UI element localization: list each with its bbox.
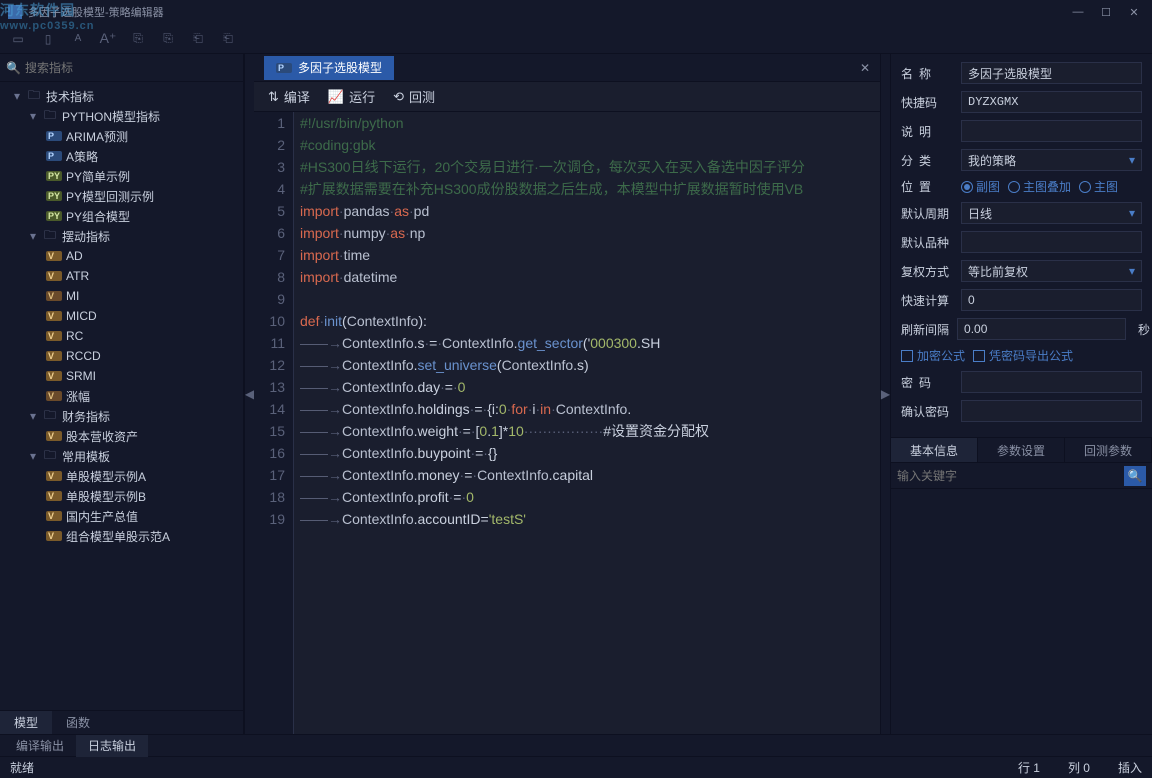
tree-item[interactable]: VMI: [0, 286, 243, 306]
category-label: 分类: [901, 152, 953, 169]
toolbar-icon-8[interactable]: ⎗: [220, 31, 236, 47]
period-label: 默认周期: [901, 205, 953, 222]
encrypt-checkbox[interactable]: 加密公式: [901, 347, 965, 364]
toolbar-icon-5[interactable]: ⎘: [130, 31, 146, 47]
export-checkbox[interactable]: 凭密码导出公式: [973, 347, 1073, 364]
toolbar-icon-7[interactable]: ⎗: [190, 31, 206, 47]
maximize-button[interactable]: ☐: [1096, 4, 1116, 20]
keyword-input[interactable]: [897, 469, 1124, 483]
tree-item[interactable]: V组合模型单股示范A: [0, 526, 243, 546]
file-type-icon: P: [276, 63, 292, 73]
refresh-input[interactable]: [957, 318, 1126, 340]
line-gutter: 12345678910111213141516171819: [254, 112, 294, 734]
tree-item[interactable]: VRC: [0, 326, 243, 346]
run-button[interactable]: 📈运行: [328, 87, 375, 106]
toolbar-icon-1[interactable]: ▭: [10, 31, 26, 47]
radio-overlay[interactable]: 主图叠加: [1008, 178, 1071, 195]
font-larger-icon[interactable]: A⁺: [100, 31, 116, 47]
shortcut-label: 快捷码: [901, 94, 953, 111]
variety-input[interactable]: [961, 231, 1142, 253]
compile-button[interactable]: ⇅编译: [268, 87, 310, 106]
backtest-icon: ⟲: [393, 89, 404, 105]
pwd-label: 密码: [901, 374, 953, 391]
name-label: 名称: [901, 65, 953, 82]
tree-item[interactable]: VRCCD: [0, 346, 243, 366]
tree-item[interactable]: PA策略: [0, 146, 243, 166]
tree-item[interactable]: PYPY模型回测示例: [0, 186, 243, 206]
run-icon: 📈: [328, 89, 344, 105]
tab-basic[interactable]: 基本信息: [891, 438, 978, 462]
code-editor[interactable]: #!/usr/bin/python#coding:gbk#HS300日线下运行，…: [294, 112, 880, 734]
backtest-button[interactable]: ⟲回测: [393, 87, 435, 106]
tree-item[interactable]: PYPY简单示例: [0, 166, 243, 186]
desc-input[interactable]: [961, 120, 1142, 142]
tree-group-templates[interactable]: ▾🗀常用模板: [0, 446, 243, 466]
pwd2-label: 确认密码: [901, 403, 953, 420]
keyword-search-icon[interactable]: 🔍: [1124, 466, 1146, 486]
right-panel-content: [891, 489, 1152, 734]
name-input[interactable]: [961, 62, 1142, 84]
tree-item[interactable]: PYPY组合模型: [0, 206, 243, 226]
indicator-tree: ▾🗀技术指标 ▾🗀PYTHON模型指标 PARIMA预测 PA策略 PYPY简单…: [0, 82, 243, 710]
tab-params[interactable]: 参数设置: [978, 438, 1065, 462]
tree-item[interactable]: VSRMI: [0, 366, 243, 386]
tree-item[interactable]: V股本营收资产: [0, 426, 243, 446]
toolbar-icon-2[interactable]: ▯: [40, 31, 56, 47]
toolbar-icon-6[interactable]: ⎘: [160, 31, 176, 47]
shortcut-input[interactable]: [961, 91, 1142, 113]
quick-label: 快速计算: [901, 292, 953, 309]
category-select[interactable]: 我的策略▾: [961, 149, 1142, 171]
tree-item[interactable]: V单股模型示例B: [0, 486, 243, 506]
quick-input[interactable]: [961, 289, 1142, 311]
desc-label: 说明: [901, 123, 953, 140]
search-input[interactable]: [25, 61, 237, 75]
period-select[interactable]: 日线▾: [961, 202, 1142, 224]
radio-main[interactable]: 主图: [1079, 178, 1118, 195]
variety-label: 默认品种: [901, 234, 953, 251]
refresh-label: 刷新间隔: [901, 321, 949, 338]
font-smaller-icon[interactable]: A: [70, 31, 86, 47]
collapse-right-icon[interactable]: ▶: [880, 54, 890, 734]
tree-item[interactable]: VMICD: [0, 306, 243, 326]
tab-function[interactable]: 函数: [52, 711, 104, 734]
refresh-unit: 秒: [1138, 321, 1150, 338]
tree-root[interactable]: ▾🗀技术指标: [0, 86, 243, 106]
compile-output-tab[interactable]: 编译输出: [4, 735, 76, 757]
pwd2-input[interactable]: [961, 400, 1142, 422]
pwd-input[interactable]: [961, 371, 1142, 393]
collapse-left-icon[interactable]: ◀: [244, 54, 254, 734]
window-title: 多因子选股模型-策略编辑器: [28, 4, 164, 20]
app-icon: [8, 5, 22, 19]
tree-group-swing[interactable]: ▾🗀摆动指标: [0, 226, 243, 246]
close-button[interactable]: ✕: [1124, 4, 1144, 20]
restore-select[interactable]: 等比前复权▾: [961, 260, 1142, 282]
tree-group-finance[interactable]: ▾🗀财务指标: [0, 406, 243, 426]
editor-tab-label: 多因子选股模型: [298, 59, 382, 76]
radio-subplot[interactable]: 副图: [961, 178, 1000, 195]
tree-group-python[interactable]: ▾🗀PYTHON模型指标: [0, 106, 243, 126]
tree-item[interactable]: VATR: [0, 266, 243, 286]
tab-model[interactable]: 模型: [0, 711, 52, 734]
position-label: 位置: [901, 178, 953, 195]
minimize-button[interactable]: —: [1068, 4, 1088, 20]
tree-item[interactable]: V国内生产总值: [0, 506, 243, 526]
tree-item[interactable]: PARIMA预测: [0, 126, 243, 146]
compile-icon: ⇅: [268, 89, 279, 105]
tab-backtest-params[interactable]: 回测参数: [1065, 438, 1152, 462]
editor-tab-active[interactable]: P 多因子选股模型: [264, 56, 394, 80]
tree-item[interactable]: V涨幅: [0, 386, 243, 406]
tree-item[interactable]: VAD: [0, 246, 243, 266]
close-tab-icon[interactable]: ✕: [850, 61, 880, 75]
log-output-tab[interactable]: 日志输出: [76, 735, 148, 757]
search-icon: 🔍: [6, 61, 21, 75]
restore-label: 复权方式: [901, 263, 953, 280]
tree-item[interactable]: V单股模型示例A: [0, 466, 243, 486]
